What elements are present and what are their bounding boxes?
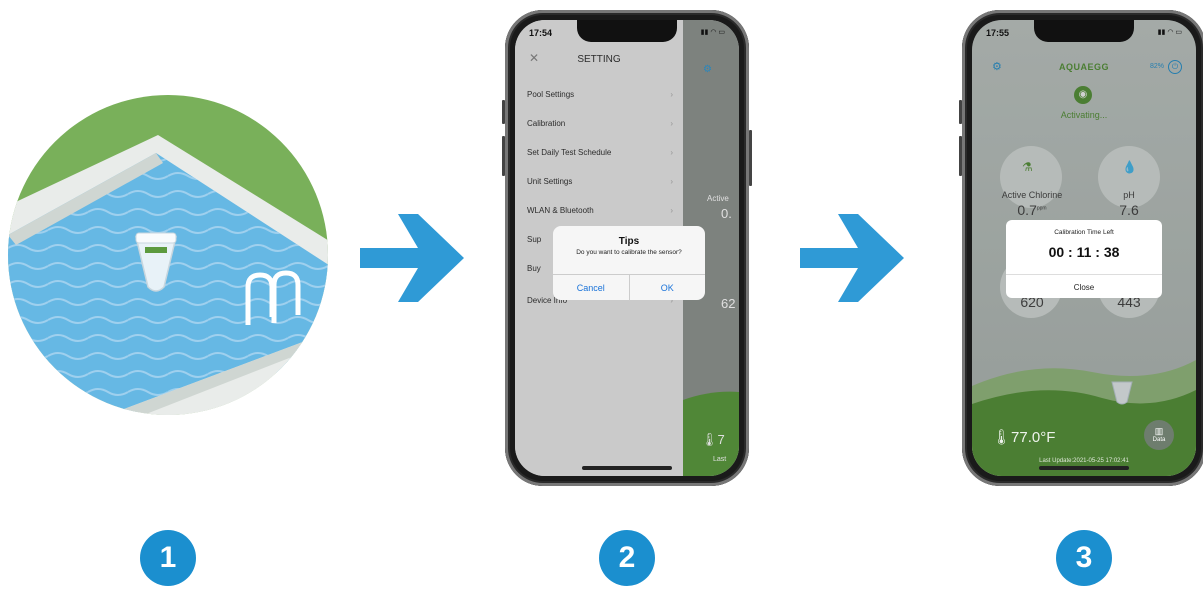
app-screen: ⚙ AQUAEGG 82% ⏻ ◉ Activating... ⚗ 💧 Acti…: [972, 20, 1196, 476]
chart-icon: ▥: [1154, 426, 1164, 436]
data-button[interactable]: ▥ Data: [1144, 420, 1174, 450]
countdown-timer: 00 : 11 : 38: [1048, 244, 1120, 260]
status-icons: ▮▮ ◠ ▭: [700, 29, 725, 36]
last-update: Last Update:2021-05-25 17:02:41: [1039, 458, 1129, 464]
app-screen: ⚙ Active 0. 62 🌡7 Last ✕ SETTING Pool Se…: [515, 20, 739, 476]
phone-step-3: ⚙ AQUAEGG 82% ⏻ ◉ Activating... ⚗ 💧 Acti…: [959, 10, 1203, 486]
status-icons: ▮▮ ◠ ▭: [1157, 29, 1182, 36]
temperature: 🌡77.0°F: [992, 429, 1056, 446]
status-time: 17:55: [986, 28, 1010, 38]
dialog-title: Calibration Time Left: [1054, 229, 1114, 236]
arrow-right-icon: [800, 208, 908, 308]
ok-button[interactable]: OK: [628, 275, 706, 301]
calibration-timer-dialog: Calibration Time Left 00 : 11 : 38 Close: [1006, 220, 1162, 298]
dialog-title: Tips: [618, 236, 640, 247]
step-badge-2: 2: [599, 530, 655, 586]
step-badge-1: 1: [140, 530, 196, 586]
status-time: 17:54: [529, 28, 553, 38]
dialog-message: Do you want to calibrate the sensor?: [576, 249, 682, 256]
home-indicator[interactable]: [582, 466, 672, 470]
calibrate-dialog: Tips Do you want to calibrate the sensor…: [553, 226, 706, 301]
step-badge-3: 3: [1056, 530, 1112, 586]
pool-illustration: [8, 95, 328, 415]
cancel-button[interactable]: Cancel: [553, 275, 629, 301]
phone-step-2: ⚙ Active 0. 62 🌡7 Last ✕ SETTING Pool Se…: [502, 10, 752, 486]
arrow-right-icon: [360, 208, 468, 308]
close-button[interactable]: Close: [1006, 274, 1162, 299]
home-indicator[interactable]: [1039, 466, 1129, 470]
